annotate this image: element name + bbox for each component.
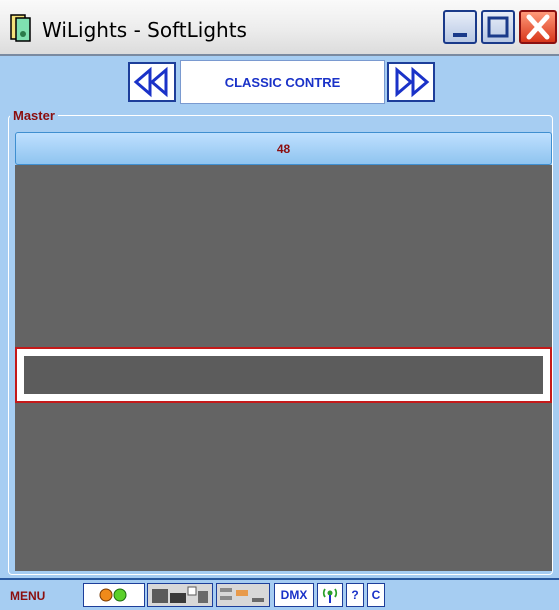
- next-preset-button[interactable]: [387, 62, 435, 102]
- close-button[interactable]: [519, 10, 557, 44]
- dmx-label: DMX: [280, 588, 308, 602]
- master-value: 48: [276, 141, 291, 156]
- preset-name[interactable]: CLASSIC CONTRE: [180, 60, 385, 104]
- double-right-arrow-icon: [395, 66, 430, 98]
- previous-preset-button[interactable]: [128, 62, 176, 102]
- fader-handle-inner: [24, 356, 543, 394]
- color-dots-icon: [99, 588, 127, 602]
- dmx-button[interactable]: DMX: [274, 583, 314, 607]
- bottom-toolbar: MENU DMX ? C: [0, 578, 559, 610]
- window-title: WiLights - SoftLights: [42, 18, 247, 42]
- color-dots-button[interactable]: [83, 583, 145, 607]
- wireless-icon: [322, 588, 338, 603]
- master-value-display: 48: [15, 132, 552, 165]
- close-icon: [526, 14, 550, 40]
- title-bar: WiLights - SoftLights: [0, 0, 559, 56]
- maximize-button[interactable]: [481, 10, 515, 44]
- minimize-icon: [453, 33, 467, 37]
- master-fader-handle[interactable]: [15, 347, 552, 403]
- double-left-arrow-icon: [133, 66, 168, 98]
- bars-view-icon: [220, 588, 264, 602]
- c-label: C: [371, 588, 381, 602]
- c-button[interactable]: C: [367, 583, 385, 607]
- help-label: ?: [351, 588, 359, 602]
- help-button[interactable]: ?: [346, 583, 364, 607]
- bars-view-button[interactable]: [216, 583, 270, 607]
- menu-button[interactable]: MENU: [10, 589, 45, 603]
- layout-view-icon: [152, 586, 208, 603]
- maximize-icon: [487, 16, 509, 38]
- wireless-button[interactable]: [317, 583, 343, 607]
- layout-view-button[interactable]: [147, 583, 213, 607]
- minimize-button[interactable]: [443, 10, 477, 44]
- master-group-label: Master: [10, 108, 58, 123]
- app-icon: [10, 14, 31, 42]
